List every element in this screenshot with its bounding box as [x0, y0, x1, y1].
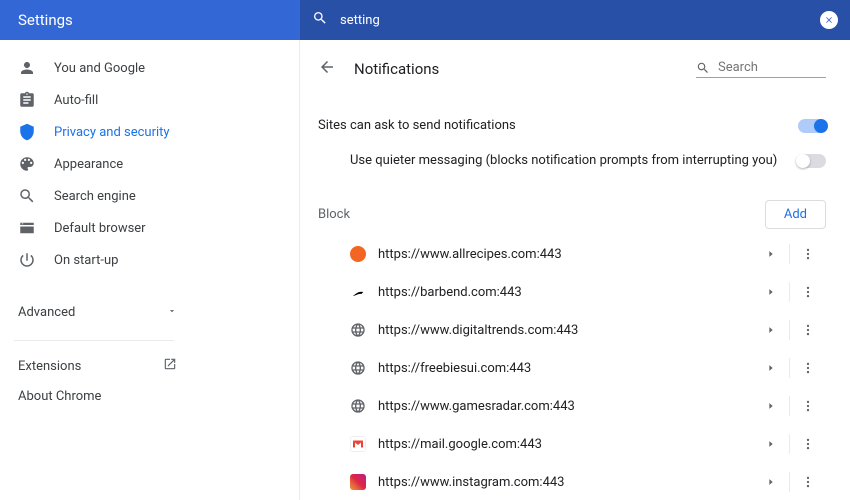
page-header: Notifications	[318, 58, 826, 80]
site-more-button[interactable]	[790, 311, 826, 349]
site-more-button[interactable]	[790, 349, 826, 387]
site-expand-button[interactable]	[753, 273, 789, 311]
palette-icon	[18, 155, 36, 173]
clear-search-button[interactable]	[820, 11, 838, 29]
sidebar-advanced[interactable]: Advanced	[0, 294, 195, 330]
site-row[interactable]: https://mail.google.com:443	[318, 425, 826, 463]
person-icon	[18, 59, 36, 77]
site-more-button[interactable]	[790, 463, 826, 500]
search-icon	[696, 61, 710, 75]
sidebar-item-shield[interactable]: Privacy and security	[0, 116, 199, 148]
block-list: https://www.allrecipes.com:443 https://b…	[318, 235, 826, 500]
site-expand-button[interactable]	[753, 387, 789, 425]
search-icon	[18, 187, 36, 205]
setting-quiet-row: Use quieter messaging (blocks notificati…	[318, 143, 826, 178]
site-favicon	[350, 284, 366, 300]
sub-search[interactable]	[696, 60, 826, 78]
browser-icon	[18, 219, 36, 237]
sidebar-item-label: You and Google	[54, 61, 145, 76]
site-expand-button[interactable]	[753, 349, 789, 387]
instagram-icon	[350, 474, 366, 490]
sidebar-item-label: Search engine	[54, 189, 136, 204]
site-row[interactable]: https://www.allrecipes.com:443	[318, 235, 826, 273]
site-url: https://www.gamesradar.com:443	[378, 399, 753, 414]
toggle-ask[interactable]	[798, 119, 826, 133]
sidebar-advanced-label: Advanced	[18, 305, 75, 320]
sidebar-item-person[interactable]: You and Google	[0, 52, 199, 84]
sidebar-item-label: On start-up	[54, 253, 118, 268]
globe-icon	[350, 398, 366, 414]
toggle-quiet[interactable]	[798, 154, 826, 168]
global-search[interactable]	[300, 0, 850, 40]
site-row[interactable]: https://freebiesui.com:443	[318, 349, 826, 387]
site-expand-button[interactable]	[753, 311, 789, 349]
power-icon	[18, 251, 36, 269]
setting-ask-row: Sites can ask to send notifications	[318, 108, 826, 143]
site-more-button[interactable]	[790, 425, 826, 463]
site-url: https://barbend.com:443	[378, 285, 753, 300]
site-expand-button[interactable]	[753, 425, 789, 463]
sidebar-item-label: Privacy and security	[54, 125, 170, 140]
site-row[interactable]: https://barbend.com:443	[318, 273, 826, 311]
sidebar-item-search[interactable]: Search engine	[0, 180, 199, 212]
back-button[interactable]	[318, 58, 336, 80]
site-expand-button[interactable]	[753, 463, 789, 500]
sidebar-item-label: Auto-fill	[54, 93, 98, 108]
setting-ask-label: Sites can ask to send notifications	[318, 118, 516, 133]
sidebar-item-palette[interactable]: Appearance	[0, 148, 199, 180]
shield-icon	[18, 123, 36, 141]
sidebar-extensions-label: Extensions	[18, 359, 81, 374]
sidebar-item-assignment[interactable]: Auto-fill	[0, 84, 199, 116]
page-title: Notifications	[354, 60, 439, 78]
sidebar-divider	[14, 340, 174, 341]
site-url: https://www.allrecipes.com:443	[378, 247, 753, 262]
sidebar-item-power[interactable]: On start-up	[0, 244, 199, 276]
site-favicon	[350, 246, 366, 262]
sub-search-input[interactable]	[718, 60, 818, 75]
site-expand-button[interactable]	[753, 235, 789, 273]
open-external-icon	[163, 357, 177, 375]
top-bar: Settings	[0, 0, 850, 40]
site-more-button[interactable]	[790, 235, 826, 273]
sidebar: You and Google Auto-fill Privacy and secur…	[0, 40, 300, 500]
site-more-button[interactable]	[790, 387, 826, 425]
add-button[interactable]: Add	[765, 200, 826, 229]
search-icon	[312, 10, 328, 30]
setting-quiet-label: Use quieter messaging (blocks notificati…	[350, 153, 777, 168]
sidebar-about-label: About Chrome	[18, 389, 101, 404]
site-url: https://freebiesui.com:443	[378, 361, 753, 376]
sidebar-about[interactable]: About Chrome	[0, 381, 195, 411]
block-label: Block	[318, 207, 350, 222]
sidebar-extensions[interactable]: Extensions	[0, 351, 195, 381]
globe-icon	[350, 360, 366, 376]
gmail-icon	[350, 436, 366, 452]
site-url: https://mail.google.com:443	[378, 437, 753, 452]
block-section-header: Block Add	[318, 200, 826, 229]
site-row[interactable]: https://www.instagram.com:443	[318, 463, 826, 500]
site-url: https://www.instagram.com:443	[378, 475, 753, 490]
site-more-button[interactable]	[790, 273, 826, 311]
app-title: Settings	[0, 11, 300, 29]
sidebar-item-browser[interactable]: Default browser	[0, 212, 199, 244]
sidebar-item-label: Appearance	[54, 157, 123, 172]
assignment-icon	[18, 91, 36, 109]
chevron-down-icon	[167, 305, 177, 320]
site-url: https://www.digitaltrends.com:443	[378, 323, 753, 338]
globe-icon	[350, 322, 366, 338]
site-row[interactable]: https://www.gamesradar.com:443	[318, 387, 826, 425]
sidebar-item-label: Default browser	[54, 221, 146, 236]
content-area: Notifications Sites can ask to send noti…	[300, 40, 850, 500]
site-row[interactable]: https://www.digitaltrends.com:443	[318, 311, 826, 349]
global-search-input[interactable]	[340, 13, 808, 28]
